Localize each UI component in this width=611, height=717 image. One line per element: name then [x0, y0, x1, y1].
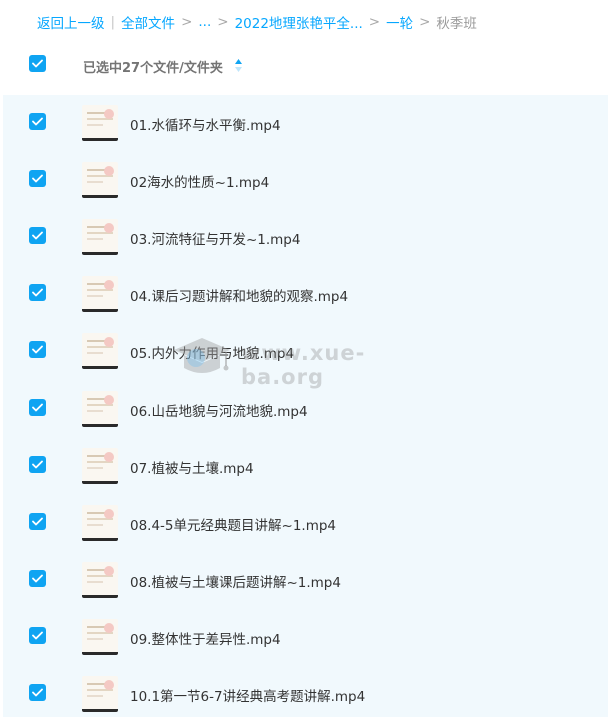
- checkmark-icon: [32, 688, 43, 697]
- file-checkbox[interactable]: [29, 684, 46, 701]
- video-thumbnail[interactable]: [82, 276, 118, 313]
- file-row[interactable]: 03.河流特征与开发~1.mp4: [3, 209, 608, 266]
- file-checkbox[interactable]: [29, 341, 46, 359]
- file-checkbox[interactable]: [29, 455, 46, 473]
- select-all-checkbox[interactable]: [29, 55, 46, 72]
- breadcrumb-folder-link[interactable]: 一轮: [386, 12, 413, 32]
- file-name[interactable]: 01.水循环与水平衡.mp4: [130, 114, 281, 134]
- file-name[interactable]: 08.4-5单元经典题目讲解~1.mp4: [130, 514, 336, 534]
- file-row[interactable]: 06.山岳地貌与河流地貌.mp4: [3, 381, 608, 438]
- video-thumbnail[interactable]: [82, 333, 118, 370]
- checkmark-icon: [32, 59, 43, 68]
- breadcrumb-divider: |: [110, 14, 116, 30]
- file-name[interactable]: 04.课后习题讲解和地貌的观察.mp4: [130, 285, 348, 305]
- breadcrumb-folder-link[interactable]: 2022地理张艳平全...: [235, 12, 363, 32]
- all-files-link[interactable]: 全部文件: [121, 12, 175, 32]
- file-checkbox[interactable]: [29, 569, 46, 587]
- file-name[interactable]: 09.整体性于差异性.mp4: [130, 628, 281, 648]
- file-row[interactable]: 08.植被与土壤课后题讲解~1.mp4: [3, 552, 608, 609]
- breadcrumb-ellipsis[interactable]: ...: [198, 14, 211, 30]
- file-checkbox[interactable]: [29, 626, 46, 644]
- file-name[interactable]: 10.1第一节6-7讲经典高考题讲解.mp4: [130, 685, 365, 705]
- video-thumbnail[interactable]: [82, 390, 118, 427]
- back-link[interactable]: 返回上一级: [37, 12, 105, 32]
- file-row[interactable]: 01.水循环与水平衡.mp4: [3, 95, 608, 152]
- chevron-right-icon: >: [217, 14, 229, 30]
- file-checkbox[interactable]: [29, 398, 46, 416]
- video-thumbnail[interactable]: [82, 504, 118, 541]
- video-thumbnail[interactable]: [82, 447, 118, 484]
- checkmark-icon: [32, 231, 43, 240]
- file-row[interactable]: 08.4-5单元经典题目讲解~1.mp4: [3, 495, 608, 552]
- file-row[interactable]: 10.1第一节6-7讲经典高考题讲解.mp4: [3, 666, 608, 717]
- checkmark-icon: [32, 517, 43, 526]
- file-row[interactable]: 05.内外力作用与地貌.mp4: [3, 323, 608, 380]
- video-thumbnail[interactable]: [82, 561, 118, 598]
- file-row[interactable]: 09.整体性于差异性.mp4: [3, 609, 608, 666]
- file-browser: 返回上一级 | 全部文件 > ... > 2022地理张艳平全... > 一轮 …: [0, 0, 611, 717]
- file-checkbox[interactable]: [29, 113, 46, 130]
- file-name[interactable]: 07.植被与土壤.mp4: [130, 457, 254, 477]
- video-thumbnail[interactable]: [82, 219, 118, 256]
- chevron-right-icon: >: [368, 14, 381, 30]
- list-header: 已选中27个文件/文件夹: [0, 50, 611, 80]
- breadcrumb: 返回上一级 | 全部文件 > ... > 2022地理张艳平全... > 一轮 …: [37, 12, 477, 32]
- file-row[interactable]: 02海水的性质~1.mp4: [3, 152, 608, 209]
- chevron-right-icon: >: [419, 14, 431, 30]
- checkmark-icon: [32, 460, 43, 468]
- file-checkbox[interactable]: [29, 284, 46, 302]
- breadcrumb-current: 秋季班: [436, 16, 477, 32]
- chevron-right-icon: >: [181, 14, 193, 30]
- file-name[interactable]: 08.植被与土壤课后题讲解~1.mp4: [130, 571, 341, 591]
- video-thumbnail[interactable]: [82, 676, 118, 712]
- sort-icon[interactable]: [234, 58, 243, 73]
- file-name[interactable]: 06.山岳地貌与河流地貌.mp4: [130, 400, 308, 420]
- checkmark-icon: [32, 631, 43, 640]
- video-thumbnail[interactable]: [82, 162, 118, 199]
- file-row[interactable]: 07.植被与土壤.mp4: [3, 438, 608, 495]
- checkmark-icon: [32, 117, 43, 126]
- file-list: 01.水循环与水平衡.mp4 02海水的性质~1.mp4 03.河流特征与开发~1.…: [3, 95, 608, 717]
- file-name[interactable]: 03.河流特征与开发~1.mp4: [130, 228, 300, 248]
- file-name[interactable]: 02海水的性质~1.mp4: [130, 171, 269, 191]
- video-thumbnail[interactable]: [82, 105, 118, 141]
- video-thumbnail[interactable]: [82, 618, 118, 655]
- checkmark-icon: [32, 574, 43, 583]
- checkmark-icon: [32, 174, 43, 183]
- file-checkbox[interactable]: [29, 170, 46, 188]
- selection-count-label: 已选中27个文件/文件夹: [83, 61, 223, 76]
- checkmark-icon: [32, 288, 43, 297]
- file-row[interactable]: 04.课后习题讲解和地貌的观察.mp4: [3, 266, 608, 323]
- checkmark-icon: [32, 403, 43, 411]
- checkmark-icon: [32, 345, 43, 354]
- file-name[interactable]: 05.内外力作用与地貌.mp4: [130, 342, 294, 362]
- file-checkbox[interactable]: [29, 227, 46, 245]
- file-checkbox[interactable]: [29, 512, 46, 530]
